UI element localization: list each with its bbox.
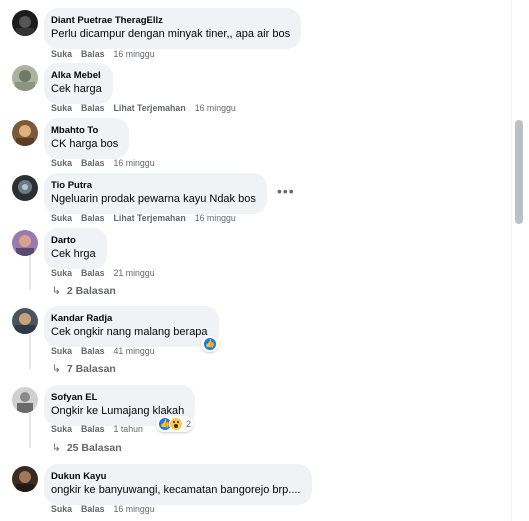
comment-author[interactable]: Kandar Radja — [51, 312, 208, 325]
more-options-icon[interactable]: ••• — [277, 183, 295, 199]
timestamp[interactable]: 16 minggu — [114, 504, 155, 514]
like-button[interactable]: Suka — [51, 213, 72, 223]
reply-button[interactable]: Balas — [81, 424, 104, 434]
avatar[interactable] — [12, 308, 38, 334]
comment-author[interactable]: Diant Puetrae TheragEllz — [51, 14, 290, 27]
reply-button[interactable]: Balas — [81, 158, 104, 168]
timestamp[interactable]: 41 minggu — [114, 346, 155, 356]
comment-bubble: Alka Mebel Cek harga — [44, 63, 113, 104]
reaction-count: 2 — [186, 419, 192, 429]
like-button[interactable]: Suka — [51, 268, 72, 278]
thread-line — [29, 334, 31, 369]
timestamp[interactable]: 16 minggu — [195, 213, 236, 223]
timestamp[interactable]: 16 minggu — [114, 158, 155, 168]
comment-author[interactable]: Alka Mebel — [51, 69, 102, 82]
reply-button[interactable]: Balas — [81, 504, 104, 514]
reply-button[interactable]: Balas — [81, 213, 104, 223]
comment-text: Cek hrga — [51, 248, 96, 260]
like-reaction-icon: 👍 — [203, 337, 217, 351]
comment-actions: Suka Balas 16 minggu — [51, 158, 164, 168]
view-replies-link[interactable]: ↳ 2 Balasan — [52, 285, 116, 297]
comment-actions: Suka Balas 21 minggu — [51, 268, 164, 278]
view-replies-link[interactable]: ↳ 25 Balasan — [52, 442, 122, 454]
comment-author[interactable]: Darto — [51, 234, 96, 247]
scrollbar-thumb[interactable] — [515, 120, 523, 224]
wow-reaction-icon — [169, 417, 183, 431]
comment-bubble: Darto Cek hrga — [44, 228, 107, 269]
reply-arrow-icon: ↳ — [52, 363, 61, 375]
comment-actions: Suka Balas Lihat Terjemahan 16 minggu — [51, 103, 245, 113]
scrollbar-track[interactable] — [511, 0, 529, 521]
comment-text: ongkir ke banyuwangi, kecamatan bangorej… — [51, 484, 301, 496]
like-button[interactable]: Suka — [51, 504, 72, 514]
like-button[interactable]: Suka — [51, 49, 72, 59]
comment-bubble: Kandar Radja Cek ongkir nang malang bera… — [44, 306, 219, 347]
reaction-badge[interactable]: 👍 — [201, 336, 219, 352]
timestamp[interactable]: 1 tahun — [114, 424, 143, 434]
avatar[interactable] — [12, 175, 38, 201]
comment-bubble: Mbahto To CK harga bos — [44, 118, 130, 159]
reply-button[interactable]: Balas — [81, 49, 104, 59]
comment-author[interactable]: Tio Putra — [51, 179, 256, 192]
thread-line — [29, 255, 31, 290]
avatar[interactable] — [12, 10, 38, 36]
reply-button[interactable]: Balas — [81, 103, 104, 113]
avatar[interactable] — [12, 120, 38, 146]
like-button[interactable]: Suka — [51, 346, 72, 356]
avatar[interactable] — [12, 230, 38, 256]
comment-text: Ngeluarin prodak pewarna kayu Ndak bos — [51, 193, 256, 205]
comment-bubble: Diant Puetrae TheragEllz Perlu dicampur … — [44, 8, 302, 49]
comment-actions: Suka Balas Lihat Terjemahan 16 minggu — [51, 213, 245, 223]
comment-author[interactable]: Dukun Kayu — [51, 470, 301, 483]
avatar[interactable] — [12, 65, 38, 91]
comment-text: Perlu dicampur dengan minyak tiner,, apa… — [51, 28, 291, 40]
timestamp[interactable]: 21 minggu — [114, 268, 155, 278]
reply-arrow-icon: ↳ — [52, 442, 61, 454]
like-button[interactable]: Suka — [51, 424, 72, 434]
comment-author[interactable]: Mbahto To — [51, 124, 118, 137]
avatar[interactable] — [12, 387, 38, 413]
timestamp[interactable]: 16 minggu — [195, 103, 236, 113]
reply-button[interactable]: Balas — [81, 346, 104, 356]
comment-actions: Suka Balas 16 minggu — [51, 504, 164, 514]
comment-author[interactable]: Sofyan EL — [51, 391, 184, 404]
thread-line — [29, 413, 31, 448]
replies-count: 7 Balasan — [66, 363, 116, 375]
comment-text: CK harga bos — [51, 138, 119, 150]
comment-actions: Suka Balas 41 minggu — [51, 346, 164, 356]
reply-arrow-icon: ↳ — [52, 285, 61, 297]
translate-link[interactable]: Lihat Terjemahan — [114, 103, 186, 113]
view-replies-link[interactable]: ↳ 7 Balasan — [52, 363, 116, 375]
reply-button[interactable]: Balas — [81, 268, 104, 278]
comment-text: Cek ongkir nang malang berapa — [51, 326, 208, 338]
replies-count: 25 Balasan — [66, 442, 122, 454]
comment-bubble: Tio Putra Ngeluarin prodak pewarna kayu … — [44, 173, 267, 214]
avatar[interactable] — [12, 466, 38, 492]
comment-actions: Suka Balas 1 tahun — [51, 424, 152, 434]
comment-bubble: Dukun Kayu ongkir ke banyuwangi, kecamat… — [44, 464, 312, 505]
comment-text: Cek harga — [51, 83, 102, 95]
like-button[interactable]: Suka — [51, 158, 72, 168]
comment-actions: Suka Balas 16 minggu — [51, 49, 164, 59]
translate-link[interactable]: Lihat Terjemahan — [114, 213, 186, 223]
like-button[interactable]: Suka — [51, 103, 72, 113]
timestamp[interactable]: 16 minggu — [114, 49, 155, 59]
replies-count: 2 Balasan — [66, 285, 116, 297]
reaction-badge[interactable]: 👍 2 — [156, 416, 194, 432]
